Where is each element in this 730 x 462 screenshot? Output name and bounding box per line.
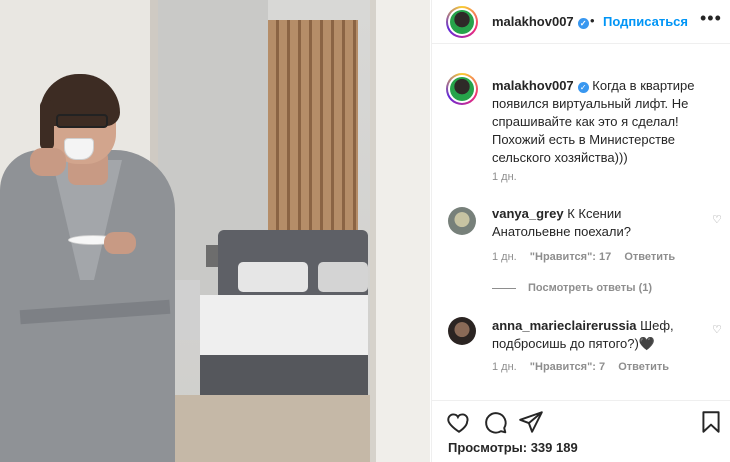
door-right xyxy=(370,0,430,462)
comment-meta: 1 дн. "Нравится": 17 Ответить xyxy=(492,251,685,263)
caption-meta: 1 дн. xyxy=(492,171,527,183)
author-username[interactable]: malakhov007 ✓ xyxy=(492,14,589,29)
comment-avatar[interactable] xyxy=(448,317,476,345)
glasses xyxy=(56,114,108,128)
comment-likes[interactable]: "Нравится": 7 xyxy=(530,361,605,373)
comment-username[interactable]: anna_marieclairerussia xyxy=(492,318,637,333)
view-replies-button[interactable]: Посмотреть ответы (1) xyxy=(492,282,652,294)
post-caption: malakhov007 ✓ Когда в квартире появился в… xyxy=(492,77,718,167)
bed xyxy=(200,295,368,355)
heart-icon[interactable] xyxy=(446,409,472,435)
small-heart-icon[interactable]: ♡ xyxy=(712,213,722,226)
paper-plane-icon[interactable] xyxy=(518,409,544,435)
reply-button[interactable]: Ответить xyxy=(618,361,669,373)
small-heart-icon[interactable]: ♡ xyxy=(712,323,722,336)
post-header: malakhov007 ✓ • Подписаться ••• xyxy=(432,0,730,44)
comment-icon[interactable] xyxy=(482,409,508,435)
views-count[interactable]: Просмотры: 339 189 xyxy=(448,440,578,455)
follow-button[interactable]: Подписаться xyxy=(603,14,688,29)
comment-meta: 1 дн. "Нравится": 7 Ответить xyxy=(492,361,679,373)
comment-avatar[interactable] xyxy=(448,207,476,235)
tea-cup xyxy=(64,138,94,160)
comment-username[interactable]: vanya_grey xyxy=(492,206,564,221)
comment: anna_marieclairerussia Шеф, подбросишь д… xyxy=(492,317,702,353)
comment-likes[interactable]: "Нравится": 17 xyxy=(530,251,611,263)
caption-username[interactable]: malakhov007 xyxy=(492,78,574,93)
post-media[interactable] xyxy=(0,0,430,462)
comment: vanya_grey К Ксении Анатольевне поехали? xyxy=(492,205,692,241)
post-side-panel: malakhov007 ✓ • Подписаться ••• malakhov0… xyxy=(431,0,730,462)
post-actions-bar: Просмотры: 339 189 xyxy=(432,400,730,462)
verified-badge-icon: ✓ xyxy=(577,18,589,29)
verified-badge-icon: ✓ xyxy=(577,82,589,93)
caption-author-avatar[interactable] xyxy=(446,73,478,105)
comments-list[interactable]: malakhov007 ✓ Когда в квартире появился в… xyxy=(432,45,730,400)
separator-dot: • xyxy=(590,13,595,28)
comment-timestamp[interactable]: 1 дн. xyxy=(492,361,517,373)
more-options-icon[interactable]: ••• xyxy=(700,8,722,29)
comment-timestamp[interactable]: 1 дн. xyxy=(492,251,517,263)
bookmark-icon[interactable] xyxy=(698,409,724,435)
reply-button[interactable]: Ответить xyxy=(624,251,675,263)
caption-timestamp[interactable]: 1 дн. xyxy=(492,171,517,183)
author-avatar[interactable] xyxy=(446,6,478,38)
